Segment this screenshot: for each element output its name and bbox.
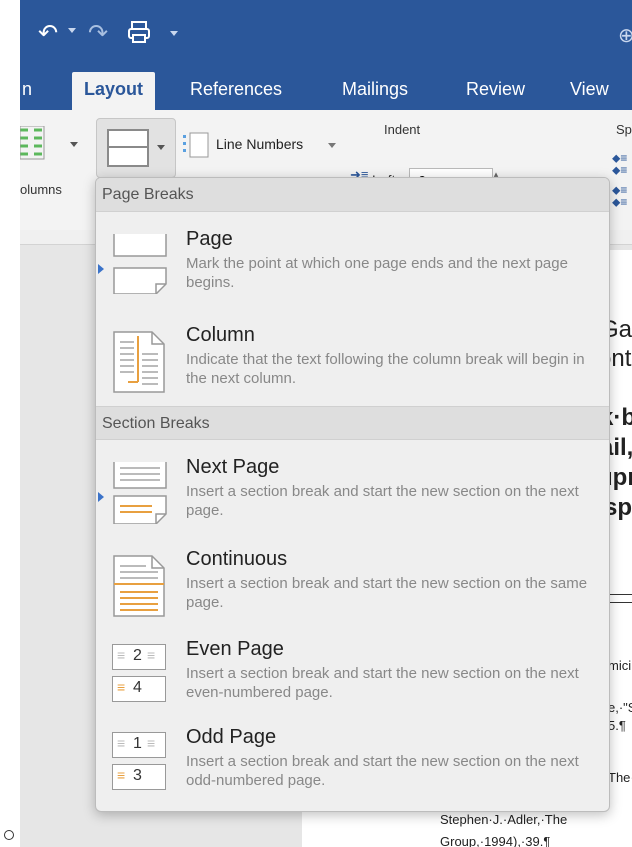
menu-item-title: Page [186, 228, 233, 250]
menu-item-even-page[interactable]: ≡ 2 ≡ ≡ 4 Even Page Insert a section bre… [96, 638, 609, 708]
page-number: 4 [133, 679, 142, 696]
word-window: ↶ ↷ ⊕ n Layout References Mailings Revie… [20, 0, 632, 847]
breaks-dropdown-icon [157, 145, 165, 150]
doc-text: mici [608, 658, 632, 673]
even-page-icon: ≡ 2 ≡ ≡ 4 [112, 644, 168, 704]
breaks-menu: Page Breaks Page Mark the point at which… [95, 177, 610, 812]
undo-icon[interactable]: ↶ [38, 20, 58, 48]
menu-item-continuous[interactable]: Continuous Insert a section break and st… [96, 548, 609, 618]
line-numbers-dropdown-icon [328, 143, 336, 148]
spacing-label: Spa [616, 122, 632, 137]
spacing-after-icon: ⬥≡ ⬥≡ [612, 183, 628, 209]
doc-text: Stephen·J.·Adler,·The [440, 812, 568, 827]
next-page-icon [112, 462, 167, 524]
doc-text: The· [608, 770, 632, 785]
doc-rule [608, 594, 632, 595]
spacing-before-icon: ⬥≡ ⬥≡ [612, 151, 628, 177]
undo-dropdown-icon[interactable] [68, 28, 76, 33]
menu-item-title: Continuous [186, 548, 288, 570]
page-number: 2 [133, 647, 142, 664]
menu-item-page[interactable]: Page Mark the point at which one page en… [96, 228, 609, 298]
line-numbers-button[interactable]: Line Numbers [182, 130, 352, 160]
columns-dropdown-icon[interactable] [70, 142, 78, 147]
menu-item-description: Insert a section break and start the new… [186, 753, 579, 789]
doc-text: 5.¶ [608, 718, 626, 733]
redo-icon[interactable]: ↷ [88, 20, 108, 48]
tab-mailings[interactable]: Mailings [342, 78, 408, 110]
line-numbers-icon [183, 132, 209, 158]
page-number: 3 [133, 767, 142, 784]
tab-design[interactable]: n [22, 78, 32, 110]
current-indicator-icon [98, 492, 104, 502]
menu-item-title: Column [186, 324, 255, 346]
menu-item-description: Insert a section break and start the new… [186, 665, 579, 701]
tab-references[interactable]: References [190, 78, 282, 110]
columns-button[interactable] [20, 126, 60, 170]
page-number: 1 [133, 735, 142, 752]
page-break-icon [112, 234, 167, 294]
print-icon[interactable] [128, 20, 150, 44]
breaks-button[interactable] [96, 118, 176, 178]
title-bar [20, 0, 632, 68]
indent-label: Indent [384, 122, 421, 137]
current-indicator-icon [98, 264, 104, 274]
columns-label: olumns [20, 182, 62, 197]
menu-item-odd-page[interactable]: ≡ 1 ≡ ≡ 3 Odd Page Insert a section brea… [96, 726, 609, 796]
menu-item-description: Insert a section break and start the new… [186, 575, 588, 611]
tab-review[interactable]: Review [466, 78, 525, 110]
menu-item-column[interactable]: Column Indicate that the text following … [96, 324, 609, 394]
columns-icon [20, 126, 45, 160]
doc-text: Group,·1994),·39.¶ [440, 834, 551, 847]
menu-item-description: Indicate that the text following the col… [186, 351, 585, 387]
menu-item-title: Odd Page [186, 726, 277, 748]
continuous-icon [112, 554, 166, 617]
menu-item-description: Insert a section break and start the new… [186, 483, 579, 519]
menu-item-description: Mark the point at which one page ends an… [186, 255, 568, 291]
tab-view[interactable]: View [570, 78, 609, 110]
menu-item-next-page[interactable]: Next Page Insert a section break and sta… [96, 456, 609, 526]
section-header-page-breaks: Page Breaks [96, 178, 609, 212]
search-icon[interactable]: ⊕ [618, 22, 632, 50]
doc-rule [608, 602, 632, 603]
column-break-icon [112, 330, 166, 393]
breaks-icon [107, 129, 149, 167]
menu-item-title: Even Page [186, 638, 284, 660]
odd-page-icon: ≡ 1 ≡ ≡ 3 [112, 732, 168, 792]
customize-toolbar-icon[interactable] [170, 31, 178, 36]
menu-item-title: Next Page [186, 456, 280, 478]
list-bullet [4, 830, 14, 840]
tab-layout[interactable]: Layout [72, 72, 156, 110]
section-header-section-breaks: Section Breaks [96, 406, 609, 440]
line-numbers-label: Line Numbers [216, 136, 304, 152]
doc-text: e,·"S [608, 700, 632, 715]
